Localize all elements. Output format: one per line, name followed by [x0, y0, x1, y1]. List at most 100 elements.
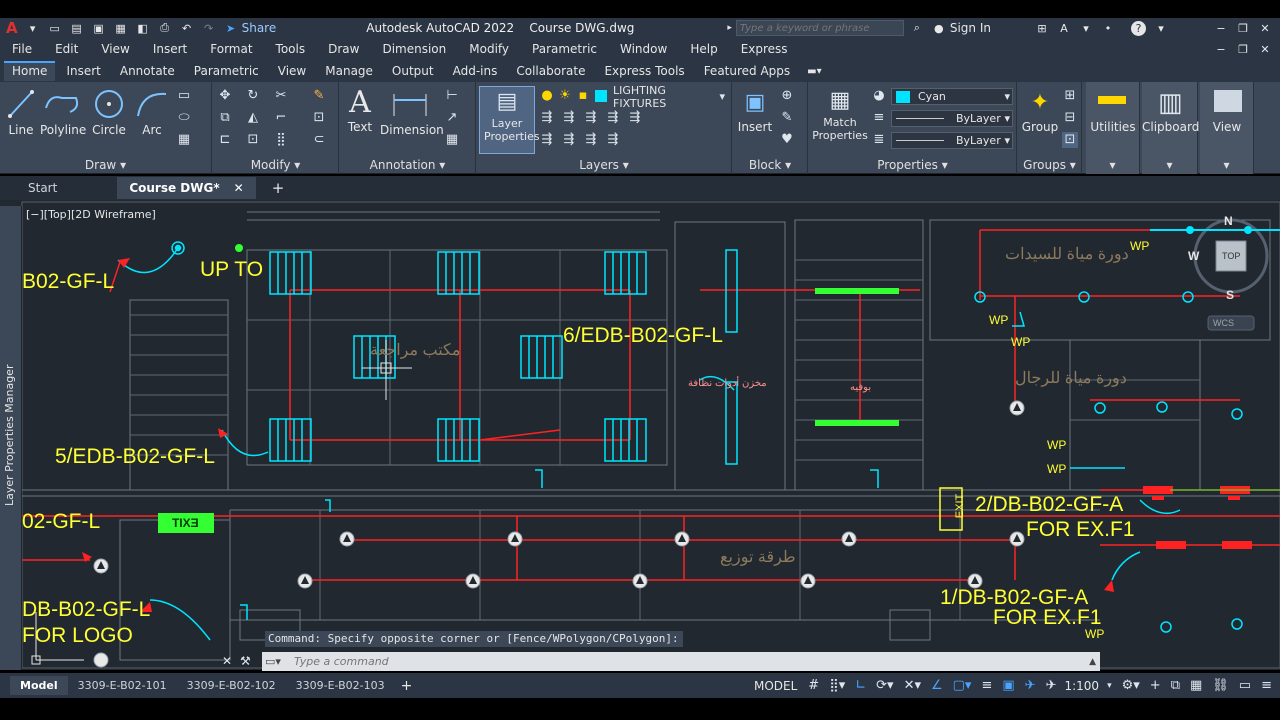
rectangle-icon[interactable]: ▭	[176, 88, 192, 104]
cart-icon[interactable]: ⊞	[1033, 20, 1051, 36]
layer-tool-icon[interactable]: ⇶	[583, 110, 599, 126]
redo-icon[interactable]: ↷	[200, 20, 218, 36]
doc-close-icon[interactable]: ✕	[1256, 41, 1274, 57]
mirror-icon[interactable]: ◭	[245, 110, 261, 126]
viewcube-top[interactable]: TOP	[1222, 251, 1240, 261]
plus-icon[interactable]: +	[1150, 678, 1161, 693]
offset-icon[interactable]: ⊂	[311, 132, 327, 148]
fullscreen-icon[interactable]: ▭	[1239, 678, 1251, 693]
tab-express-tools[interactable]: Express Tools	[596, 61, 692, 81]
match-properties-button[interactable]: ▦ Match Properties	[811, 86, 869, 142]
layer-tool-icon[interactable]: ⇶	[583, 132, 599, 148]
erase-icon[interactable]: ✎	[311, 88, 327, 104]
tab-collaborate[interactable]: Collaborate	[508, 61, 593, 81]
menu-format[interactable]: Format	[210, 42, 252, 56]
transparency-icon[interactable]: ▣	[1002, 678, 1014, 693]
autoscale-icon[interactable]: ✈	[1046, 678, 1057, 693]
undo-icon[interactable]: ↶	[178, 20, 196, 36]
search-input[interactable]	[735, 20, 904, 36]
wcs-label[interactable]: WCS	[1213, 318, 1234, 328]
scale-icon[interactable]: ⊡	[245, 132, 261, 148]
add-layout-icon[interactable]: +	[401, 678, 413, 694]
rotate-icon[interactable]: ↻	[245, 88, 261, 104]
viewcube-south[interactable]: S	[1226, 288, 1234, 302]
lineweight-toggle-icon[interactable]: ≡	[981, 678, 992, 693]
polar-icon[interactable]: ⟳▾	[876, 678, 893, 693]
annotation-panel-title[interactable]: Annotation ▾	[340, 158, 475, 172]
leader-icon[interactable]: ⊢	[444, 88, 460, 104]
layer-tool-icon[interactable]: ⇶	[539, 132, 555, 148]
menu-parametric[interactable]: Parametric	[532, 42, 597, 56]
table-icon[interactable]: ▦	[444, 132, 460, 148]
tab-insert[interactable]: Insert	[58, 61, 108, 81]
view-panel[interactable]: View ▾	[1200, 82, 1254, 174]
tab-featured-apps[interactable]: Featured Apps	[696, 61, 798, 81]
group-select-icon[interactable]: ⊡	[1062, 132, 1078, 148]
layout-tab-101[interactable]: 3309-E-B02-101	[68, 676, 177, 695]
save-icon[interactable]: ▣	[90, 20, 108, 36]
search-expand-icon[interactable]: ▸	[727, 23, 732, 33]
snap-icon[interactable]: ⣿▾	[829, 678, 845, 693]
menu-tools[interactable]: Tools	[276, 42, 306, 56]
chevron-down-icon[interactable]: ▾	[24, 20, 42, 36]
menu-file[interactable]: File	[12, 42, 32, 56]
search-icon[interactable]: ⌕	[908, 20, 926, 36]
trim-icon[interactable]: ✂	[273, 88, 289, 104]
group-edit-icon[interactable]: ⊟	[1062, 110, 1078, 126]
group-button[interactable]: ✦ Group	[1020, 86, 1060, 134]
save-as-icon[interactable]: ▦	[112, 20, 130, 36]
layer-tool-icon[interactable]: ⇶	[539, 110, 555, 126]
ribbon-toggle-icon[interactable]: ▬▾	[807, 66, 821, 77]
explode-icon[interactable]: ⊡	[311, 110, 327, 126]
tab-annotate[interactable]: Annotate	[112, 61, 183, 81]
copy-icon[interactable]: ⧉	[217, 110, 233, 126]
drawing-canvas[interactable]: B02-GF-L UP TO 6/EDB-B02-GF-L 5/EDB-B02-…	[0, 200, 1280, 670]
new-file-icon[interactable]: ▭	[46, 20, 64, 36]
hardware-accel-icon[interactable]: ▦	[1190, 678, 1202, 693]
close-icon[interactable]: ✕	[1256, 20, 1274, 36]
linetype-dropdown[interactable]: ByLayer ▾	[891, 110, 1013, 127]
sign-in-button[interactable]: Sign In	[950, 21, 991, 35]
properties-panel-title[interactable]: Properties ▾	[809, 158, 1016, 172]
command-scroll-icon[interactable]: ▲	[1089, 657, 1096, 667]
menu-modify[interactable]: Modify	[469, 42, 509, 56]
isolate-icon[interactable]: ⧉	[1171, 678, 1180, 693]
layer-properties-button[interactable]: ▤ Layer Properties	[479, 86, 540, 154]
create-block-icon[interactable]: ⊕	[779, 88, 795, 104]
open-folder-icon[interactable]: ▤	[68, 20, 86, 36]
text-button[interactable]: A Text	[344, 86, 376, 135]
app-logo[interactable]: A	[6, 19, 18, 37]
more-icon[interactable]: •	[1099, 20, 1117, 36]
otrack-icon[interactable]: ▢▾	[953, 678, 972, 693]
osnap-icon[interactable]: ∠	[931, 678, 943, 693]
settings-gear-icon[interactable]: ⚙▾	[1122, 678, 1140, 693]
multileader-icon[interactable]: ↗	[444, 110, 460, 126]
utilities-panel[interactable]: Utilities ▾	[1086, 82, 1140, 174]
stretch-icon[interactable]: ⊏	[217, 132, 233, 148]
menu-edit[interactable]: Edit	[55, 42, 78, 56]
layer-properties-palette[interactable]: Layer Properties Manager	[0, 206, 22, 670]
tab-view[interactable]: View	[270, 61, 314, 81]
print-icon[interactable]: ⎙	[156, 20, 174, 36]
annotation-visibility-icon[interactable]: ✈	[1025, 678, 1036, 693]
close-icon[interactable]: ✕	[222, 654, 232, 668]
doc-restore-icon[interactable]: ❐	[1234, 41, 1252, 57]
tab-output[interactable]: Output	[384, 61, 442, 81]
close-icon[interactable]: ✕	[234, 181, 244, 195]
menu-draw[interactable]: Draw	[328, 42, 359, 56]
draw-panel-title[interactable]: Draw ▾	[0, 158, 211, 172]
autodesk-account-icon[interactable]: A	[1055, 20, 1073, 36]
wrench-icon[interactable]: ⚒	[240, 654, 251, 668]
layer-tool-icon[interactable]: ⇶	[605, 132, 621, 148]
isodraft-icon[interactable]: ✕▾	[904, 678, 921, 693]
chevron-down-icon[interactable]: ▾	[1152, 20, 1170, 36]
annotation-scale[interactable]: 1:100	[1064, 679, 1099, 693]
dimension-button[interactable]: Dimension	[380, 86, 444, 137]
groups-panel-title[interactable]: Groups ▾	[1018, 158, 1081, 172]
clipboard-panel[interactable]: ▥ Clipboard ▾	[1142, 82, 1199, 174]
array-icon[interactable]: ⣿	[273, 132, 289, 148]
layers-panel-title[interactable]: Layers ▾	[477, 158, 731, 172]
viewcube-north[interactable]: N	[1224, 214, 1233, 228]
layer-tool-icon[interactable]: ⇶	[627, 110, 643, 126]
tab-home[interactable]: Home	[4, 61, 56, 81]
